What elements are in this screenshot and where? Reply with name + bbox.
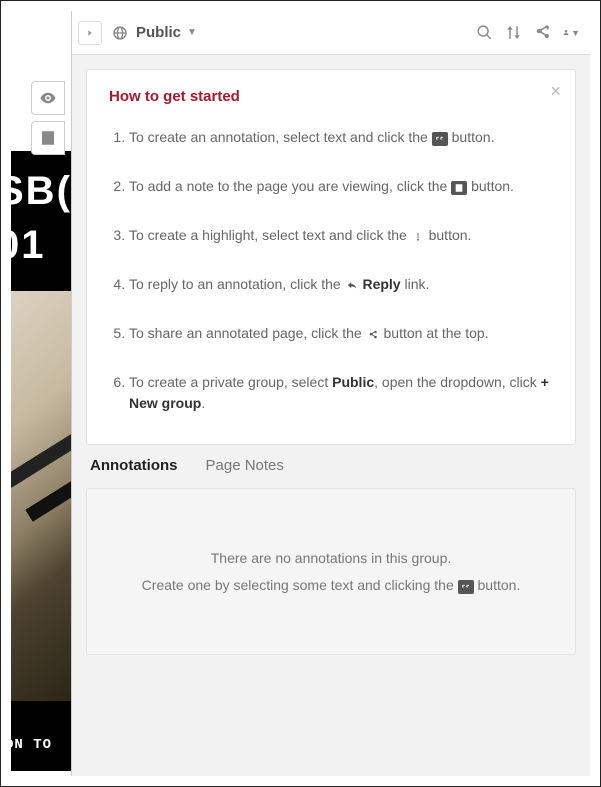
chevron-down-icon: ▼	[571, 28, 580, 38]
group-label: Public	[136, 24, 181, 41]
chevron-right-icon	[85, 28, 95, 38]
search-icon	[476, 24, 493, 41]
step-item: To share an annotated page, click the bu…	[129, 323, 553, 344]
step-item: To create a highlight, select text and c…	[129, 225, 553, 246]
sidebar-rail	[31, 81, 65, 161]
close-button[interactable]: ×	[550, 82, 561, 100]
user-menu[interactable]: ▼	[563, 24, 580, 41]
step-item: To create an annotation, select text and…	[129, 127, 553, 148]
sort-button[interactable]	[505, 24, 522, 41]
quote-icon	[458, 580, 474, 594]
empty-line-1: There are no annotations in this group.	[107, 545, 555, 572]
tab-page-notes[interactable]: Page Notes	[206, 457, 284, 474]
steps-list: To create an annotation, select text and…	[109, 127, 553, 414]
annotation-sidebar: Public ▼ ▼ × How to get started To creat…	[71, 11, 590, 776]
bg-text-2: 01	[11, 223, 46, 268]
note-icon	[451, 181, 467, 195]
quote-icon	[432, 132, 448, 146]
getting-started-card: × How to get started To create an annota…	[86, 69, 576, 445]
step-item: To create a private group, select Public…	[129, 372, 553, 414]
search-button[interactable]	[476, 24, 493, 41]
reply-icon	[345, 279, 359, 293]
new-page-note-button[interactable]	[31, 121, 65, 155]
bg-caption: ON TO	[11, 737, 52, 753]
collapse-sidebar-button[interactable]	[78, 21, 102, 45]
note-icon	[39, 129, 57, 147]
eye-icon	[39, 89, 57, 107]
empty-line-2: Create one by selecting some text and cl…	[107, 572, 555, 599]
tab-annotations[interactable]: Annotations	[90, 457, 178, 474]
top-actions: ▼	[476, 24, 580, 41]
bg-image	[11, 291, 71, 701]
step-item: To reply to an annotation, click the Rep…	[129, 274, 553, 295]
empty-state: There are no annotations in this group. …	[86, 488, 576, 655]
share-icon	[366, 328, 380, 342]
sort-icon	[505, 24, 522, 41]
content-tabs: Annotations Page Notes	[86, 445, 576, 488]
step-item: To add a note to the page you are viewin…	[129, 176, 553, 197]
bg-text-1: SB(	[11, 169, 71, 214]
chevron-down-icon: ▼	[187, 27, 197, 38]
card-title: How to get started	[109, 88, 553, 105]
globe-icon	[112, 25, 128, 41]
user-icon	[563, 24, 569, 41]
group-selector[interactable]: Public ▼	[112, 24, 197, 41]
share-button[interactable]	[534, 24, 551, 41]
highlight-icon	[411, 230, 425, 244]
toggle-visibility-button[interactable]	[31, 81, 65, 115]
topbar: Public ▼ ▼	[72, 11, 590, 55]
share-icon	[534, 24, 551, 41]
